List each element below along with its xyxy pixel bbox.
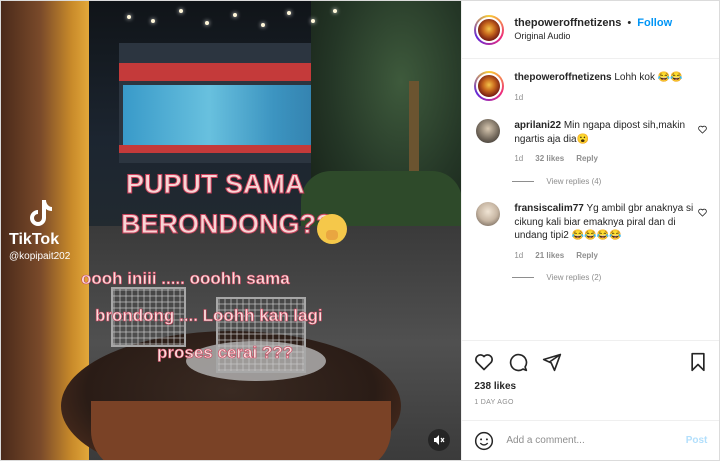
- post-caption: thepoweroffnetizens Lohh kok 😂😂 1d: [474, 71, 707, 103]
- comment-like-heart-icon[interactable]: [698, 125, 707, 134]
- tiktok-logo-icon: [30, 200, 52, 226]
- send-icon[interactable]: [542, 352, 562, 372]
- video-caption-line-2: BERONDONG??: [121, 209, 333, 240]
- video-caption-line-5: proses cerai ???: [157, 343, 294, 363]
- post-comment-button[interactable]: Post: [686, 435, 708, 446]
- smiley-icon[interactable]: [474, 431, 494, 451]
- likes-count[interactable]: 238 likes: [474, 381, 707, 392]
- comment-icon[interactable]: [508, 352, 528, 372]
- video-caption-line-1: PUPUT SAMA: [126, 169, 306, 200]
- tiktok-watermark: TikTok @kopipait202: [9, 197, 70, 262]
- post-video[interactable]: PUPUT SAMA BERONDONG?? oooh iniii ..... …: [1, 1, 462, 460]
- comment-likes[interactable]: 32 likes: [535, 154, 564, 165]
- video-caption-line-3: oooh iniii ..... ooohh sama: [81, 269, 290, 289]
- comment-input[interactable]: [506, 435, 686, 446]
- caption-emoji: 😂: [657, 72, 671, 83]
- caption-avatar[interactable]: [474, 71, 505, 101]
- separator-dot: •: [627, 17, 632, 29]
- comment-age: 1d: [514, 250, 524, 260]
- author-username[interactable]: thepoweroffnetizens: [514, 17, 621, 29]
- view-replies-label: View replies (2): [546, 273, 602, 283]
- commenter-username[interactable]: fransiscalim77: [514, 203, 584, 214]
- post-side-panel: thepoweroffnetizens • Follow Original Au…: [461, 1, 720, 460]
- comment-like-heart-icon[interactable]: [698, 208, 707, 217]
- comment-likes[interactable]: 21 likes: [535, 251, 564, 262]
- comment-age: 1d: [514, 154, 524, 164]
- comment-item: aprilani22 Min ngapa dipost sih,makin ng…: [474, 119, 707, 165]
- commenter-username[interactable]: aprilani22: [514, 120, 561, 131]
- audio-link[interactable]: Original Audio: [514, 31, 672, 42]
- instagram-post-modal: PUPUT SAMA BERONDONG?? oooh iniii ..... …: [0, 0, 720, 461]
- tiktok-brand: TikTok: [9, 231, 60, 248]
- heart-icon[interactable]: [474, 352, 494, 372]
- follow-button[interactable]: Follow: [637, 17, 672, 29]
- caption-age: 1d: [514, 92, 524, 102]
- tiktok-username: @kopipait202: [9, 251, 71, 262]
- speaker-muted-icon: [434, 435, 445, 445]
- view-replies-label: View replies (4): [546, 177, 602, 187]
- comment-item: fransiscalim77 Yg ambil gbr anaknya si c…: [474, 202, 707, 261]
- caption-text: Lohh kok: [614, 72, 655, 83]
- view-replies-button[interactable]: View replies (2): [512, 273, 707, 282]
- post-date: 1 DAY AGO: [474, 399, 514, 406]
- bookmark-icon[interactable]: [689, 352, 707, 372]
- post-header: thepoweroffnetizens • Follow Original Au…: [462, 1, 719, 59]
- video-caption-line-4: brondong .... Loohh kan lagi: [95, 306, 323, 326]
- reply-button[interactable]: Reply: [576, 154, 598, 165]
- comments-section: thepoweroffnetizens Lohh kok 😂😂 1d april…: [462, 59, 719, 340]
- commenter-avatar[interactable]: [476, 202, 501, 227]
- caption-username[interactable]: thepoweroffnetizens: [514, 72, 611, 83]
- view-replies-button[interactable]: View replies (4): [512, 177, 707, 186]
- caption-emoji: 😂: [670, 72, 683, 83]
- mute-button[interactable]: [428, 429, 450, 451]
- author-avatar[interactable]: [474, 14, 505, 45]
- comment-composer: Post: [462, 420, 720, 460]
- reply-button[interactable]: Reply: [576, 251, 598, 262]
- commenter-avatar[interactable]: [476, 119, 501, 144]
- shushing-face-emoji: [317, 214, 347, 244]
